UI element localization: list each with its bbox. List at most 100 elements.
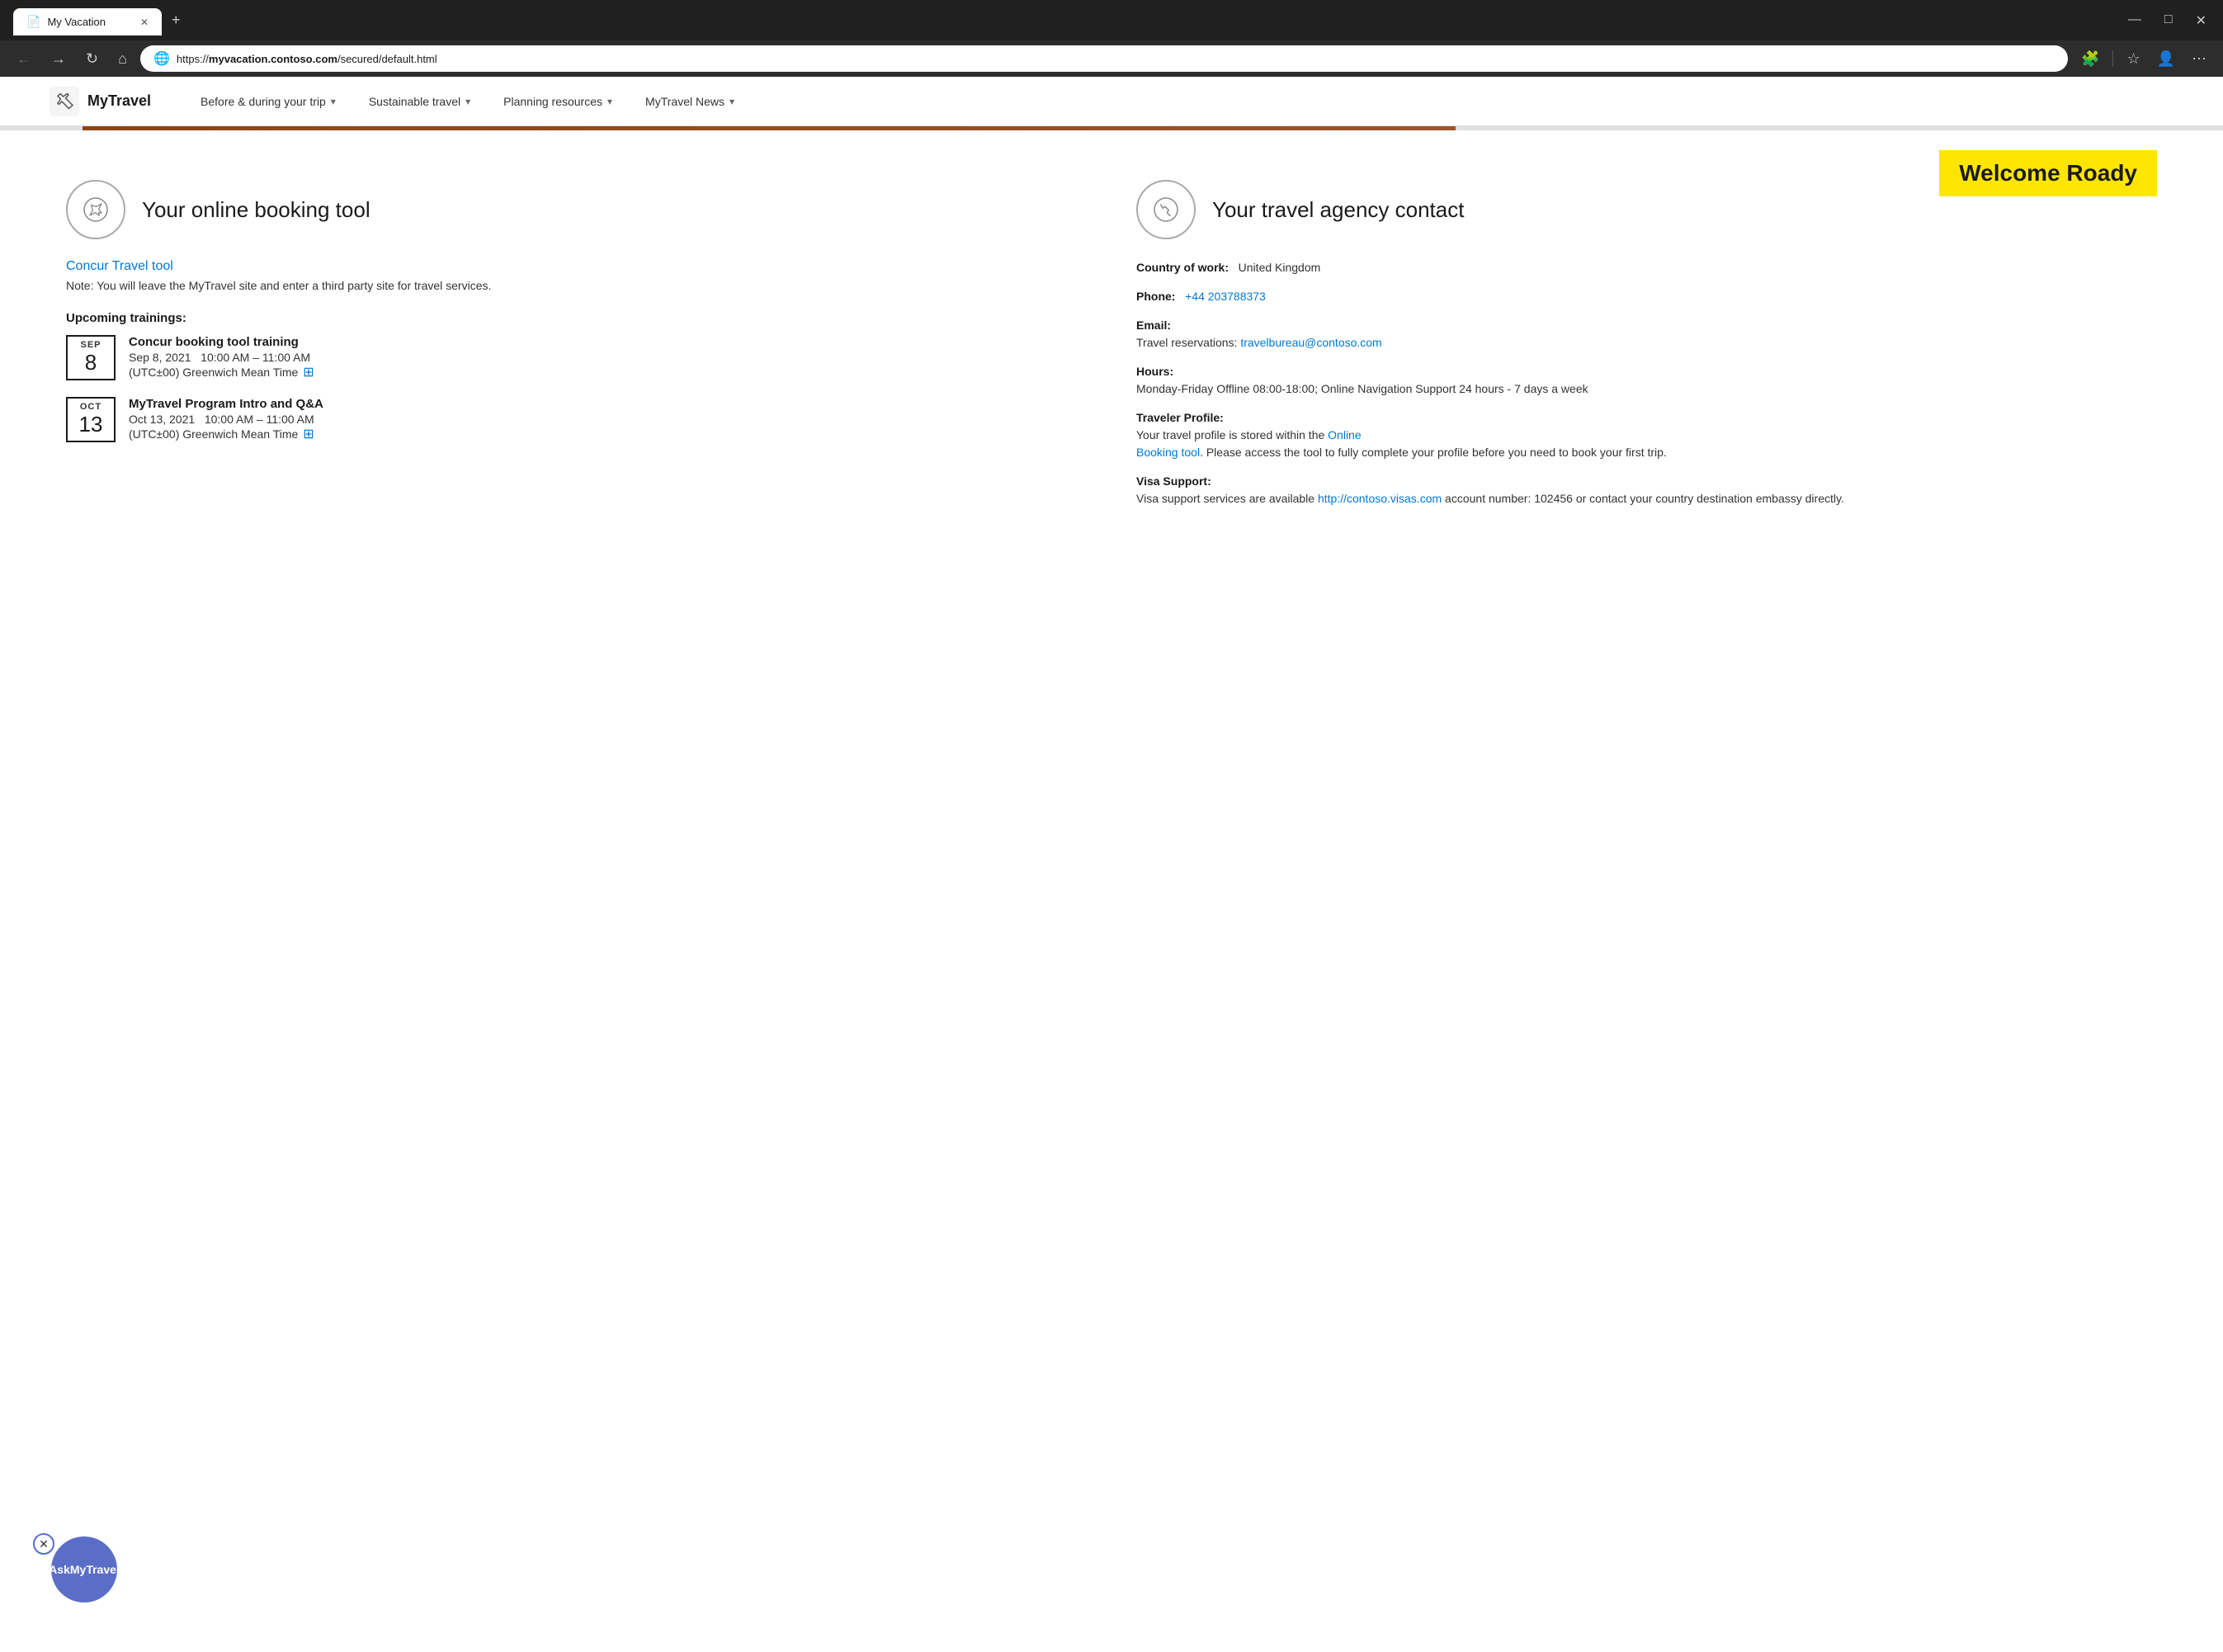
visa-label: Visa Support: — [1136, 474, 1211, 488]
date-day-1: 8 — [68, 350, 114, 375]
window-controls: — □ ✕ — [2118, 9, 2216, 32]
nav-planning[interactable]: Planning resources ▾ — [487, 77, 629, 125]
nav-before-during[interactable]: Before & during your trip ▾ — [184, 77, 352, 125]
favorites-icon[interactable]: ☆ — [2120, 47, 2146, 71]
minimize-button[interactable]: — — [2118, 9, 2151, 32]
nav-before-during-label: Before & during your trip — [201, 95, 326, 108]
ask-label-line1: Ask — [49, 1562, 70, 1577]
close-button[interactable]: ✕ — [2186, 9, 2216, 32]
profile-label: Traveler Profile: — [1136, 411, 1224, 424]
date-day-2: 13 — [68, 412, 114, 437]
booking-header: Your online booking tool — [66, 180, 1087, 239]
tab-bar: 📄 My Vacation ✕ + — [7, 5, 197, 35]
event-datetime-1: Sep 8, 2021 10:00 AM – 11:00 AM — [129, 351, 1087, 364]
nav-before-during-chevron: ▾ — [331, 96, 336, 107]
event-details-2: MyTravel Program Intro and Q&A Oct 13, 2… — [129, 397, 1087, 442]
ask-close-button[interactable]: ✕ — [33, 1533, 54, 1555]
tab-close-button[interactable]: ✕ — [140, 17, 149, 28]
logo-icon — [50, 87, 79, 116]
country-value: United Kingdom — [1239, 261, 1321, 274]
training-event-1: SEP 8 Concur booking tool training Sep 8… — [66, 335, 1087, 380]
nav-news[interactable]: MyTravel News ▾ — [629, 77, 751, 125]
phone-label: Phone: — [1136, 290, 1175, 303]
main-content: Welcome Roady Your online booking tool C… — [0, 130, 2223, 552]
ask-label-line2: MyTravel — [70, 1562, 120, 1577]
event-timezone-2: (UTC±00) Greenwich Mean Time ⊞ — [129, 426, 1087, 442]
nav-news-label: MyTravel News — [645, 95, 724, 108]
contact-visa: Visa Support: Visa support services are … — [1136, 473, 2157, 507]
contact-email: Email: Travel reservations: travelbureau… — [1136, 317, 2157, 352]
browser-chrome: 📄 My Vacation ✕ + — □ ✕ ← → ↻ ⌂ 🌐 https:… — [0, 0, 2223, 77]
site-nav: Before & during your trip ▾ Sustainable … — [184, 77, 751, 125]
hours-value: Monday-Friday Offline 08:00-18:00; Onlin… — [1136, 382, 1588, 395]
address-bar[interactable]: 🌐 https://myvacation.contoso.com/secured… — [140, 45, 2068, 72]
phone-link[interactable]: +44 203788373 — [1185, 290, 1266, 303]
profile-text-after: . Please access the tool to fully comple… — [1200, 446, 1667, 459]
contact-section: Country of work: United Kingdom Phone: +… — [1136, 259, 2157, 507]
date-box-1: SEP 8 — [66, 335, 116, 380]
address-text: https://myvacation.contoso.com/secured/d… — [177, 53, 2055, 65]
home-button[interactable]: ⌂ — [111, 47, 134, 71]
nav-sustainable-label: Sustainable travel — [369, 95, 460, 108]
page-wrapper: MyTravel Before & during your trip ▾ Sus… — [0, 77, 2223, 552]
event-title-2: MyTravel Program Intro and Q&A — [129, 397, 1087, 411]
address-domain: myvacation.contoso.com — [209, 53, 337, 65]
back-button[interactable]: ← — [10, 47, 38, 71]
contact-hours: Hours: Monday-Friday Offline 08:00-18:00… — [1136, 363, 2157, 398]
security-icon: 🌐 — [153, 50, 170, 67]
event-timezone-1: (UTC±00) Greenwich Mean Time ⊞ — [129, 364, 1087, 380]
trainings-label: Upcoming trainings: — [66, 311, 1087, 325]
nav-news-chevron: ▾ — [729, 96, 734, 107]
calendar-add-icon-1[interactable]: ⊞ — [303, 364, 314, 380]
toolbar-divider — [2112, 50, 2113, 67]
email-sublabel: Travel reservations: — [1136, 336, 1240, 349]
tab-favicon: 📄 — [26, 15, 40, 29]
email-link[interactable]: travelbureau@contoso.com — [1240, 336, 1381, 349]
email-label: Email: — [1136, 319, 1171, 332]
visa-text-before: Visa support services are available — [1136, 492, 1318, 505]
agency-title: Your travel agency contact — [1212, 197, 1464, 223]
welcome-banner: Welcome Roady — [1939, 150, 2157, 196]
event-title-1: Concur booking tool training — [129, 335, 1087, 349]
hours-label: Hours: — [1136, 365, 1173, 378]
ask-widget: ✕ Ask MyTravel — [33, 1536, 117, 1602]
ask-mytravel-button[interactable]: Ask MyTravel — [51, 1536, 117, 1602]
concur-link[interactable]: Concur Travel tool — [66, 259, 173, 273]
two-col-layout: Your online booking tool Concur Travel t… — [66, 180, 2157, 519]
visa-link[interactable]: http://contoso.visas.com — [1318, 492, 1442, 505]
date-box-2: OCT 13 — [66, 397, 116, 442]
calendar-add-icon-2[interactable]: ⊞ — [303, 426, 314, 442]
profile-icon[interactable]: 👤 — [2150, 47, 2182, 71]
more-icon[interactable]: ⋯ — [2185, 47, 2213, 71]
extensions-icon[interactable]: 🧩 — [2074, 47, 2106, 71]
nav-sustainable-chevron: ▾ — [465, 96, 470, 107]
reload-button[interactable]: ↻ — [79, 47, 105, 71]
logo-text: MyTravel — [87, 92, 151, 110]
nav-sustainable[interactable]: Sustainable travel ▾ — [352, 77, 487, 125]
agency-icon — [1136, 180, 1196, 239]
event-details-1: Concur booking tool training Sep 8, 2021… — [129, 335, 1087, 380]
col-booking: Your online booking tool Concur Travel t… — [66, 180, 1087, 519]
address-path: /secured/default.html — [337, 53, 437, 65]
forward-button[interactable]: → — [45, 47, 73, 71]
nav-planning-label: Planning resources — [503, 95, 602, 108]
active-tab[interactable]: 📄 My Vacation ✕ — [13, 8, 162, 35]
date-month-1: SEP — [68, 340, 114, 350]
event-datetime-2: Oct 13, 2021 10:00 AM – 11:00 AM — [129, 413, 1087, 426]
maximize-button[interactable]: □ — [2155, 9, 2183, 32]
booking-note: Note: You will leave the MyTravel site a… — [66, 277, 1087, 295]
site-logo: MyTravel — [50, 87, 151, 116]
browser-titlebar: 📄 My Vacation ✕ + — □ ✕ — [0, 0, 2223, 40]
profile-text-before: Your travel profile is stored within the — [1136, 428, 1328, 441]
browser-toolbar: ← → ↻ ⌂ 🌐 https://myvacation.contoso.com… — [0, 40, 2223, 77]
training-event-2: OCT 13 MyTravel Program Intro and Q&A Oc… — [66, 397, 1087, 442]
booking-title: Your online booking tool — [142, 197, 370, 223]
toolbar-icons: 🧩 ☆ 👤 ⋯ — [2074, 47, 2213, 71]
contact-country: Country of work: United Kingdom — [1136, 259, 2157, 276]
country-label: Country of work: — [1136, 261, 1229, 274]
visa-text-after: account number: 102456 or contact your c… — [1442, 492, 1844, 505]
booking-icon — [66, 180, 125, 239]
welcome-text: Welcome Roady — [1959, 160, 2137, 186]
new-tab-button[interactable]: + — [162, 5, 191, 35]
contact-phone: Phone: +44 203788373 — [1136, 288, 2157, 305]
